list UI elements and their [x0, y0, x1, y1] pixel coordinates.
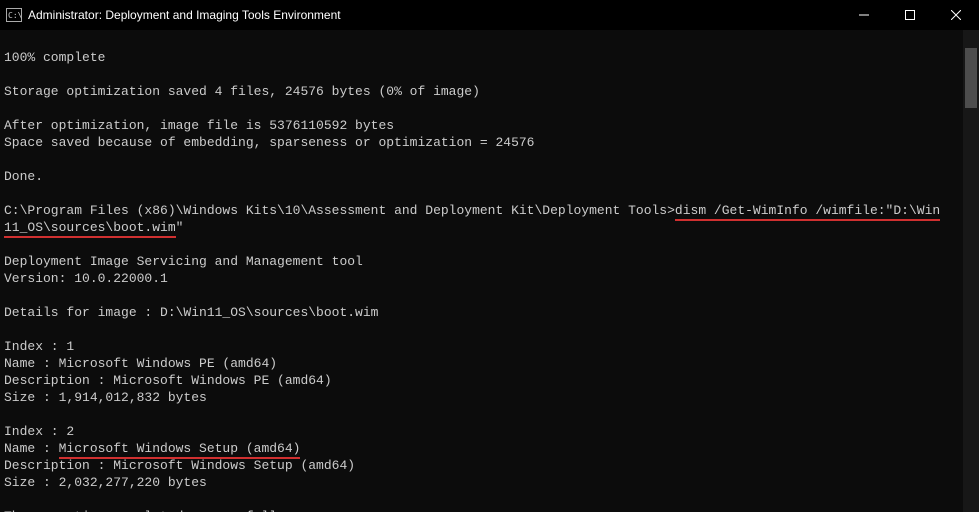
- prompt-path: C:\Program Files (x86)\Windows Kits\10\A…: [4, 203, 675, 218]
- terminal-output: 100% complete Storage optimization saved …: [0, 30, 979, 512]
- terminal-line: Description : Microsoft Windows PE (amd6…: [4, 372, 979, 389]
- titlebar-left: C:\ Administrator: Deployment and Imagin…: [6, 8, 341, 22]
- terminal-line: Done.: [4, 168, 979, 185]
- terminal-line: Space saved because of embedding, sparse…: [4, 134, 979, 151]
- terminal-line: Deployment Image Servicing and Managemen…: [4, 253, 979, 270]
- terminal-line: 100% complete: [4, 49, 979, 66]
- terminal-line: Size : 2,032,277,220 bytes: [4, 474, 979, 491]
- terminal-line: Storage optimization saved 4 files, 2457…: [4, 83, 979, 100]
- terminal-line: The operation completed successfully.: [4, 508, 979, 512]
- index2-name-prefix: Name :: [4, 441, 59, 456]
- terminal-line: [4, 491, 979, 508]
- terminal-line: Index : 1: [4, 338, 979, 355]
- terminal-line: Details for image : D:\Win11_OS\sources\…: [4, 304, 979, 321]
- terminal-line: Description : Microsoft Windows Setup (a…: [4, 457, 979, 474]
- window-titlebar: C:\ Administrator: Deployment and Imagin…: [0, 0, 979, 30]
- terminal-line: [4, 185, 979, 202]
- terminal-line: [4, 66, 979, 83]
- terminal-line: After optimization, image file is 537611…: [4, 117, 979, 134]
- terminal-line: Name : Microsoft Windows PE (amd64): [4, 355, 979, 372]
- dism-command-tail: ": [176, 220, 184, 235]
- terminal-line: Index : 2: [4, 423, 979, 440]
- terminal-line: [4, 321, 979, 338]
- scrollbar-thumb[interactable]: [965, 48, 977, 108]
- terminal-line: [4, 100, 979, 117]
- vertical-scrollbar[interactable]: [963, 30, 979, 512]
- terminal-line: [4, 151, 979, 168]
- close-button[interactable]: [933, 0, 979, 30]
- terminal-line: [4, 236, 979, 253]
- dism-command-part2: 11_OS\sources\boot.wim: [4, 220, 176, 238]
- terminal-line: Size : 1,914,012,832 bytes: [4, 389, 979, 406]
- terminal-line: Version: 10.0.22000.1: [4, 270, 979, 287]
- terminal-line: [4, 287, 979, 304]
- window-controls: [841, 0, 979, 30]
- terminal-line: [4, 406, 979, 423]
- window-title: Administrator: Deployment and Imaging To…: [28, 8, 341, 22]
- terminal-body[interactable]: 100% complete Storage optimization saved …: [0, 30, 979, 512]
- dism-command-part1: dism /Get-WimInfo /wimfile:"D:\Win: [675, 203, 940, 221]
- maximize-button[interactable]: [887, 0, 933, 30]
- cmd-prompt-icon: C:\: [6, 8, 22, 22]
- minimize-button[interactable]: [841, 0, 887, 30]
